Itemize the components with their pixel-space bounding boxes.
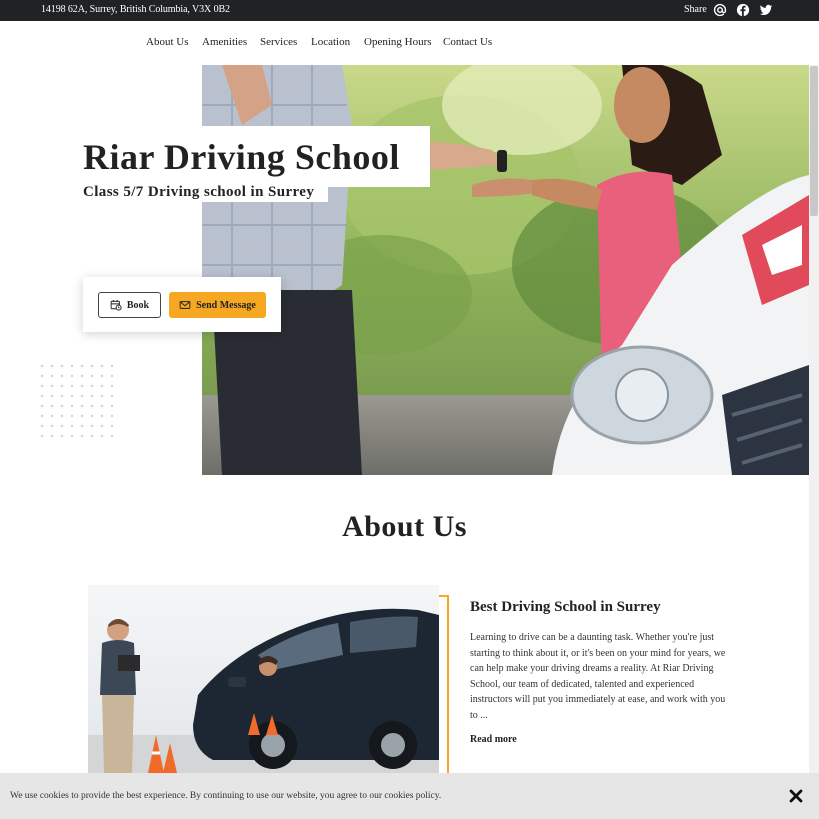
- top-bar: 14198 62A, Surrey, British Columbia, V3X…: [0, 0, 819, 21]
- close-icon[interactable]: [789, 789, 803, 803]
- calendar-clock-icon: [110, 300, 122, 311]
- hero-subtitle: Class 5/7 Driving school in Surrey: [83, 184, 315, 200]
- facebook-icon[interactable]: [736, 3, 750, 17]
- nav-about-us[interactable]: About Us: [146, 36, 188, 48]
- share-label: Share: [684, 4, 707, 15]
- cookie-banner: We use cookies to provide the best exper…: [0, 773, 819, 819]
- nav-services[interactable]: Services: [260, 36, 297, 48]
- nav-location[interactable]: Location: [311, 36, 350, 48]
- email-at-icon[interactable]: [713, 3, 727, 17]
- send-message-button[interactable]: Send Message: [169, 292, 266, 318]
- nav-contact-us[interactable]: Contact Us: [443, 36, 492, 48]
- envelope-icon: [179, 301, 191, 309]
- twitter-icon[interactable]: [759, 3, 773, 17]
- hero-title: Riar Driving School: [83, 137, 400, 177]
- about-accent-border: [439, 595, 449, 773]
- scrollbar-thumb[interactable]: [810, 66, 818, 216]
- about-heading: Best Driving School in Surrey: [470, 599, 661, 615]
- main-nav: About Us Amenities Services Location Ope…: [0, 21, 819, 65]
- cookie-message: We use cookies to provide the best exper…: [10, 791, 442, 801]
- business-address: 14198 62A, Surrey, British Columbia, V3X…: [41, 4, 230, 15]
- send-message-label: Send Message: [196, 299, 256, 311]
- book-button-label: Book: [126, 299, 150, 311]
- about-image: [88, 585, 439, 773]
- about-section-title: About Us: [342, 510, 467, 543]
- nav-opening-hours[interactable]: Opening Hours: [364, 36, 432, 48]
- book-button[interactable]: Book: [98, 292, 161, 318]
- read-more-link[interactable]: Read more: [470, 734, 517, 745]
- nav-amenities[interactable]: Amenities: [202, 36, 247, 48]
- decorative-dot-grid: [40, 364, 114, 438]
- about-text: Learning to drive can be a daunting task…: [470, 632, 726, 721]
